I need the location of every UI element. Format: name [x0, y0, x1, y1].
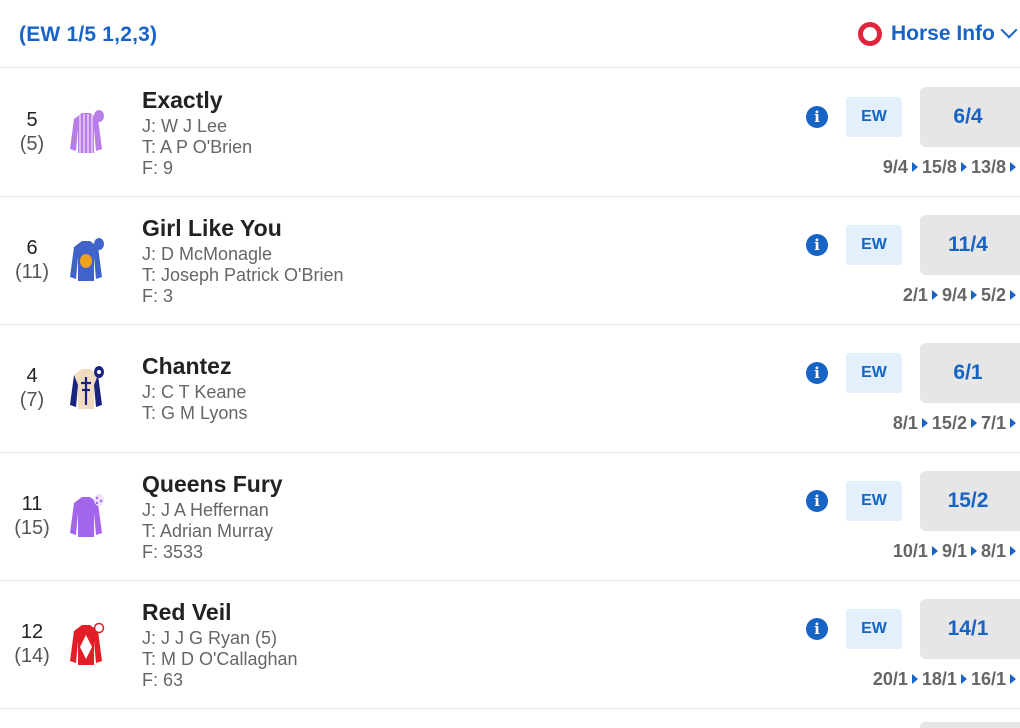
each-way-button[interactable]: EW	[846, 97, 902, 137]
runner-jockey: J: J A Heffernan	[142, 500, 269, 520]
info-icon[interactable]: i	[806, 618, 828, 640]
odds-button[interactable]: 6/4	[920, 87, 1020, 147]
previous-odds-value: 16/1	[970, 669, 1006, 689]
runner-row: 6 (11) Girl Like You J: D McMonagle T: J…	[0, 197, 1020, 325]
arrow-right-icon	[970, 418, 977, 428]
horse-info-ring-icon	[858, 22, 882, 46]
previous-odds: 10/1 9/1 8/1	[893, 541, 1020, 562]
jockey-silk-icon	[70, 494, 104, 537]
runner-number: 6	[26, 237, 38, 259]
jockey-silk-icon	[70, 238, 104, 281]
previous-odds-value: 8/1	[980, 541, 1006, 561]
market-header: (EW 1/5 1,2,3) Horse Info	[0, 0, 1020, 68]
horse-info-label: Horse Info	[891, 22, 995, 45]
runner-form: F: 3533	[142, 542, 204, 562]
runner-jockey: J: D McMonagle	[142, 244, 273, 264]
runner-number: 5	[26, 109, 38, 131]
runner-row: 4 (7) Chantez J: C T Keane T: G M Lyons …	[0, 325, 1020, 453]
arrow-right-icon	[1010, 162, 1016, 172]
previous-odds-value: 8/1	[892, 413, 918, 433]
previous-odds-value: 10/1	[892, 541, 928, 561]
previous-odds: 8/1 15/2 7/1	[893, 413, 1020, 434]
runner-draw: (15)	[14, 517, 50, 539]
previous-odds: 9/4 15/8 13/8	[883, 157, 1020, 178]
jockey-silk-icon	[70, 366, 104, 409]
previous-odds-value: 15/2	[931, 413, 967, 433]
each-way-terms: (EW 1/5 1,2,3)	[19, 23, 158, 46]
previous-odds-value: 5/2	[980, 285, 1006, 305]
runner-draw: (14)	[14, 645, 50, 667]
arrow-right-icon	[911, 162, 918, 172]
info-icon[interactable]: i	[806, 490, 828, 512]
runner-trainer: T: A P O'Brien	[142, 137, 253, 157]
arrow-right-icon	[1010, 546, 1016, 556]
runner-row: 5 (5) Exactly J: W J Lee T: A P O'Brien …	[0, 69, 1020, 197]
jockey-silk-icon	[70, 622, 105, 665]
previous-odds-value: 9/4	[941, 285, 967, 305]
previous-odds-value: 2/1	[902, 285, 928, 305]
jockey-silk-icon	[70, 110, 104, 153]
runner-name[interactable]: Red Veil	[142, 599, 231, 626]
info-icon[interactable]: i	[806, 234, 828, 256]
runner-name[interactable]: Girl Like You	[142, 215, 282, 242]
odds-button[interactable]: 14/1	[920, 599, 1020, 659]
previous-odds: 2/1 9/4 5/2	[903, 285, 1020, 306]
each-way-button[interactable]: EW	[846, 353, 902, 393]
runner-form: F: 9	[142, 158, 174, 178]
info-icon[interactable]: i	[806, 362, 828, 384]
runner-form: F: 3	[142, 286, 174, 306]
runner-jockey: J: W J Lee	[142, 116, 228, 136]
runner-jockey: J: J J G Ryan (5)	[142, 628, 278, 648]
odds-button[interactable]: 15/2	[920, 471, 1020, 531]
runner-number: 11	[21, 493, 43, 515]
runner-trainer: T: G M Lyons	[142, 403, 248, 423]
arrow-right-icon	[1010, 418, 1016, 428]
each-way-button[interactable]: EW	[846, 609, 902, 649]
runner-name[interactable]: Chantez	[142, 353, 231, 380]
odds-button[interactable]: 6/1	[920, 343, 1020, 403]
arrow-right-icon	[1010, 674, 1016, 684]
runner-draw: (7)	[19, 389, 45, 411]
previous-odds: 20/1 18/1 16/1	[873, 669, 1020, 690]
odds-button[interactable]	[920, 722, 1020, 728]
arrow-right-icon	[931, 546, 938, 556]
runner-draw: (5)	[19, 133, 45, 155]
previous-odds-value: 20/1	[872, 669, 908, 689]
runner-row: 11 (15) Queens Fury J: J A Heffernan T: …	[0, 453, 1020, 581]
arrow-right-icon	[960, 674, 967, 684]
each-way-button[interactable]: EW	[846, 225, 902, 265]
arrow-right-icon	[921, 418, 928, 428]
runner-name[interactable]: Exactly	[142, 87, 223, 114]
previous-odds-value: 9/1	[941, 541, 967, 561]
runner-form: F: 63	[142, 670, 184, 690]
runner-draw: (11)	[14, 261, 50, 283]
previous-odds-value: 9/4	[882, 157, 908, 177]
arrow-right-icon	[911, 674, 918, 684]
arrow-right-icon	[960, 162, 967, 172]
previous-odds-value: 13/8	[970, 157, 1006, 177]
runner-trainer: T: M D O'Callaghan	[142, 649, 298, 669]
info-icon[interactable]: i	[806, 106, 828, 128]
arrow-right-icon	[970, 290, 977, 300]
each-way-button[interactable]: EW	[846, 481, 902, 521]
runner-row: 12 (14) Red Veil J: J J G Ryan (5) T: M …	[0, 581, 1020, 709]
horse-info-toggle[interactable]: Horse Info	[858, 21, 1018, 46]
previous-odds-value: 7/1	[980, 413, 1006, 433]
arrow-right-icon	[970, 546, 977, 556]
odds-button[interactable]: 11/4	[920, 215, 1020, 275]
runner-trainer: T: Adrian Murray	[142, 521, 274, 541]
previous-odds-value: 18/1	[921, 669, 957, 689]
arrow-right-icon	[931, 290, 938, 300]
runner-number: 4	[26, 365, 38, 387]
arrow-right-icon	[1010, 290, 1016, 300]
runner-name[interactable]: Queens Fury	[142, 471, 283, 498]
runner-trainer: T: Joseph Patrick O'Brien	[142, 265, 344, 285]
previous-odds-value: 15/8	[921, 157, 957, 177]
runner-jockey: J: C T Keane	[142, 382, 247, 402]
runner-number: 12	[20, 621, 44, 643]
chevron-down-icon	[1000, 21, 1018, 39]
